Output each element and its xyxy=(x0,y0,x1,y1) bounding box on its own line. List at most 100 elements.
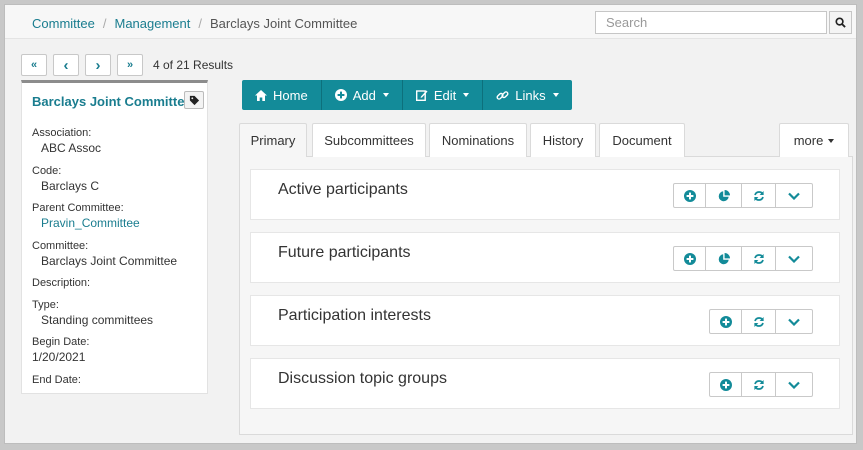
card-title: Active participants xyxy=(278,181,408,198)
refresh-button[interactable] xyxy=(742,247,776,270)
collapse-button[interactable] xyxy=(776,184,812,207)
card-active-participants: Active participants xyxy=(250,169,840,220)
add-button[interactable] xyxy=(710,310,742,333)
field-label: Association: xyxy=(32,127,92,139)
add-dropdown-button[interactable]: Add xyxy=(322,80,403,110)
add-button-label: Add xyxy=(352,87,376,103)
parent-committee-link[interactable]: Pravin_Committee xyxy=(32,215,140,231)
field-value: Barclays Joint Committee xyxy=(41,254,178,268)
results-count: 4 of 21 Results xyxy=(153,58,234,72)
pager-first-button[interactable]: « xyxy=(21,54,47,76)
home-button[interactable]: Home xyxy=(242,80,322,110)
breadcrumb-committee[interactable]: Committee xyxy=(32,16,95,31)
breadcrumb: Committee / Management / Barclays Joint Comm… xyxy=(32,16,357,31)
tab-more-dropdown[interactable]: more xyxy=(779,123,849,157)
field-type: Type: Standing committees xyxy=(32,298,153,328)
tab-document[interactable]: Document xyxy=(599,123,685,157)
breadcrumb-separator: / xyxy=(102,16,107,31)
field-label: Type: xyxy=(32,299,59,311)
edit-dropdown-button[interactable]: Edit xyxy=(403,80,484,110)
field-parent-committee: Parent Committee: Pravin_Committee xyxy=(32,201,140,231)
field-begin-date: Begin Date: 1/20/2021 xyxy=(32,335,89,365)
breadcrumb-management[interactable]: Management xyxy=(114,16,190,31)
caret-down-icon xyxy=(828,138,835,143)
refresh-button[interactable] xyxy=(742,373,776,396)
plus-circle-icon xyxy=(719,378,732,391)
refresh-icon xyxy=(753,253,764,264)
card-participation-interests: Participation interests xyxy=(250,295,840,346)
card-title: Future participants xyxy=(278,244,411,261)
caret-down-icon xyxy=(552,93,559,97)
links-dropdown-button[interactable]: Links xyxy=(483,80,571,110)
field-label: End Date: xyxy=(32,374,81,386)
field-label: Parent Committee: xyxy=(32,202,124,214)
field-label: Begin Date: xyxy=(32,336,90,348)
pager-prev-button[interactable]: ‹ xyxy=(53,54,79,76)
card-actions xyxy=(709,372,813,397)
top-bar: Committee / Management / Barclays Joint Comm… xyxy=(5,5,856,39)
caret-down-icon xyxy=(463,93,470,97)
search-button[interactable] xyxy=(829,11,852,34)
chart-button[interactable] xyxy=(706,184,742,207)
chart-button[interactable] xyxy=(706,247,742,270)
tag-icon xyxy=(189,95,199,105)
refresh-button[interactable] xyxy=(742,184,776,207)
chevron-down-icon xyxy=(788,192,800,200)
breadcrumb-current: Barclays Joint Committee xyxy=(210,16,358,31)
search-icon xyxy=(835,17,846,28)
card-actions xyxy=(709,309,813,334)
pager-last-button[interactable]: » xyxy=(117,54,143,76)
record-summary-panel: Barclays Joint Committee Association: AB… xyxy=(21,80,208,394)
home-icon xyxy=(255,89,267,101)
caret-down-icon xyxy=(382,93,389,97)
card-future-participants: Future participants xyxy=(250,232,840,283)
tab-nominations[interactable]: Nominations xyxy=(429,123,527,157)
card-discussion-topic-groups: Discussion topic groups xyxy=(250,358,840,409)
field-value: Barclays C xyxy=(41,179,100,193)
chevron-down-icon xyxy=(788,381,800,389)
tab-history[interactable]: History xyxy=(530,123,596,157)
breadcrumb-separator: / xyxy=(198,16,202,31)
add-button[interactable] xyxy=(674,184,706,207)
tab-subcommittees[interactable]: Subcommittees xyxy=(312,123,426,157)
search-input[interactable] xyxy=(595,11,827,34)
field-value: ABC Assoc xyxy=(41,141,102,155)
app-window: Committee / Management / Barclays Joint Comm… xyxy=(4,4,857,444)
more-label: more xyxy=(793,133,824,148)
pager-next-button[interactable]: › xyxy=(85,54,111,76)
field-code: Code: Barclays C xyxy=(32,164,99,194)
collapse-button[interactable] xyxy=(776,373,812,396)
refresh-icon xyxy=(753,379,764,390)
field-association: Association: ABC Assoc xyxy=(32,126,101,156)
field-label: Code: xyxy=(32,165,62,177)
add-button[interactable] xyxy=(710,373,742,396)
card-title: Discussion topic groups xyxy=(278,370,447,387)
plus-circle-icon xyxy=(683,252,696,265)
chevron-down-icon xyxy=(788,318,800,326)
refresh-icon xyxy=(753,316,764,327)
pie-chart-icon xyxy=(718,189,730,201)
field-end-date: End Date: xyxy=(32,373,81,387)
tag-button[interactable] xyxy=(184,91,204,109)
link-icon xyxy=(496,90,509,100)
collapse-button[interactable] xyxy=(776,310,812,333)
field-description: Description: xyxy=(32,276,90,290)
refresh-button[interactable] xyxy=(742,310,776,333)
field-value: Standing committees xyxy=(41,313,154,327)
card-title: Participation interests xyxy=(278,307,431,324)
action-toolbar: Home Add Edit Links xyxy=(242,80,572,110)
pie-chart-icon xyxy=(718,252,730,264)
plus-circle-icon xyxy=(719,315,732,328)
record-pager: « ‹ › » 4 of 21 Results xyxy=(21,54,233,76)
add-button[interactable] xyxy=(674,247,706,270)
home-button-label: Home xyxy=(273,87,308,103)
plus-circle-icon xyxy=(683,189,696,202)
field-label: Description: xyxy=(32,277,91,289)
record-title[interactable]: Barclays Joint Committee xyxy=(32,94,192,109)
collapse-button[interactable] xyxy=(776,247,812,270)
card-actions xyxy=(673,246,813,271)
tab-primary[interactable]: Primary xyxy=(239,123,307,157)
refresh-icon xyxy=(753,190,764,201)
links-button-label: Links xyxy=(515,87,546,103)
edit-button-label: Edit xyxy=(433,87,457,103)
